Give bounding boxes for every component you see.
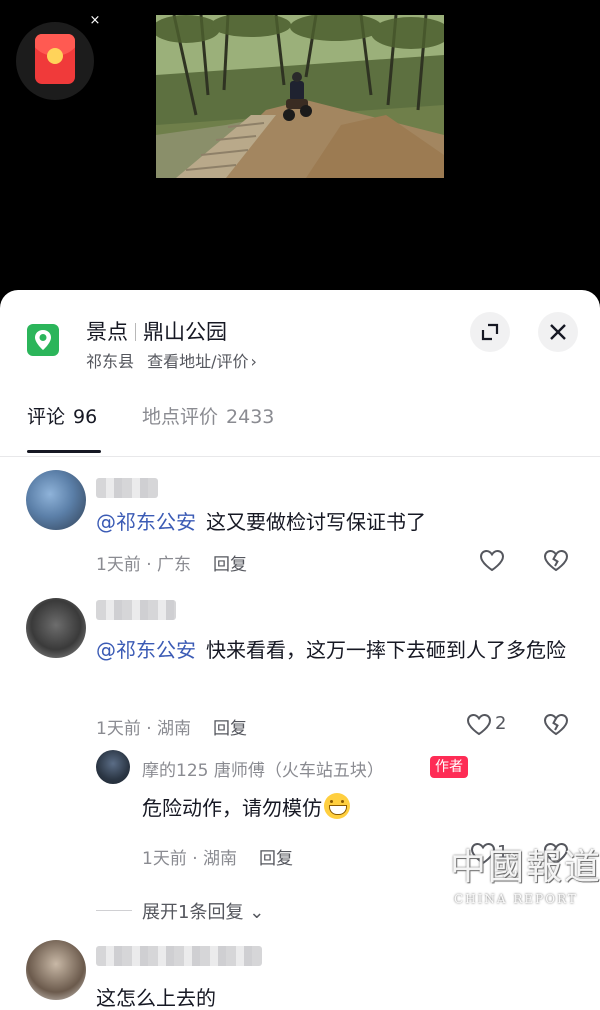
- reply-button[interactable]: 回复: [259, 849, 293, 869]
- comment-text: @祁东公安 这又要做检讨写保证书了: [96, 510, 426, 534]
- reply-author-name[interactable]: 摩的125 唐师傅（火车站五块）: [142, 756, 384, 781]
- reply-button[interactable]: 回复: [213, 555, 247, 575]
- china-report-watermark: 中國報道 CHINA REPORT: [450, 838, 600, 928]
- blurred-username[interactable]: [96, 600, 176, 620]
- comment-meta: 1天前 · 广东 回复: [96, 555, 248, 575]
- mention-link[interactable]: @祁东公安: [96, 510, 196, 534]
- watermark-cn: 中國報道: [450, 847, 600, 888]
- blurred-username[interactable]: [96, 946, 262, 966]
- avatar[interactable]: [26, 940, 86, 1000]
- tab-place-reviews[interactable]: 地点评价 2433: [142, 402, 274, 429]
- dislike-icon[interactable]: [543, 713, 569, 737]
- blurred-username[interactable]: [96, 478, 158, 498]
- view-address-link[interactable]: 查看地址/评价 ›: [147, 352, 257, 371]
- avatar[interactable]: [26, 598, 86, 658]
- reply-avatar[interactable]: [96, 750, 130, 784]
- comment-text: 这怎么上去的: [96, 986, 216, 1010]
- reply-meta: 1天前 · 湖南 回复: [142, 849, 294, 869]
- mention-link[interactable]: @祁东公安: [96, 638, 196, 662]
- red-envelope-button[interactable]: [16, 22, 94, 100]
- expand-replies-button[interactable]: 展开1条回复 ⌄: [142, 898, 264, 924]
- location-pin-icon: [27, 324, 59, 356]
- like-icon[interactable]: [479, 549, 505, 573]
- place-category: 景点: [86, 320, 128, 344]
- comment-text: @祁东公安 快来看看，这万一摔下去砸到人了多危险: [96, 638, 566, 662]
- avatar[interactable]: [26, 470, 86, 530]
- chevron-down-icon: ⌄: [249, 902, 265, 923]
- place-title: 景点 鼎山公园: [86, 316, 227, 346]
- title-divider: [135, 323, 136, 341]
- place-subtitle: 祁东县 查看地址/评价 ›: [86, 348, 257, 372]
- like-count: 2: [495, 713, 507, 734]
- watermark-en: CHINA REPORT: [454, 892, 578, 906]
- tab-comments[interactable]: 评论 96: [27, 402, 97, 429]
- tab-bar: 评论 96 地点评价 2433: [0, 398, 600, 458]
- chevron-right-icon: ›: [250, 352, 257, 371]
- expand-button[interactable]: [470, 312, 510, 352]
- reply-button[interactable]: 回复: [213, 719, 247, 739]
- expand-divider: [96, 910, 132, 911]
- place-county: 祁东县: [86, 352, 135, 371]
- expand-icon: [481, 323, 499, 341]
- red-envelope-icon: [35, 34, 75, 84]
- author-badge: 作者: [430, 756, 468, 778]
- grin-emoji-icon: [324, 793, 350, 819]
- dislike-icon[interactable]: [543, 549, 569, 573]
- video-thumbnail[interactable]: [156, 15, 444, 178]
- red-envelope-close-icon[interactable]: ×: [88, 14, 102, 28]
- active-tab-indicator: [27, 450, 101, 453]
- location-sheet: 景点 鼎山公园 祁东县 查看地址/评价 › 评论 96 地点评价 2433 @祁东公安这…: [0, 290, 600, 1010]
- comment-meta: 1天前 · 湖南 回复: [96, 719, 248, 739]
- close-button[interactable]: [538, 312, 578, 352]
- like-icon[interactable]: [466, 713, 492, 737]
- video-area[interactable]: ×: [0, 0, 600, 290]
- forest-scene-image: [156, 15, 444, 178]
- place-name: 鼎山公园: [143, 320, 227, 344]
- divider: [0, 456, 600, 457]
- reply-text: 危险动作，请勿模仿: [142, 792, 350, 821]
- close-icon: [550, 324, 566, 340]
